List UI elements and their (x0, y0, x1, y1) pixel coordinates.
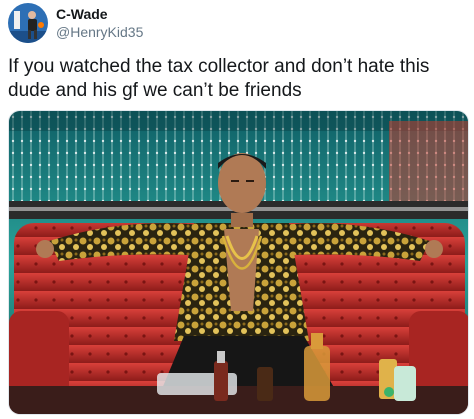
avatar-photo-icon (8, 3, 48, 43)
tweet-media[interactable] (8, 110, 469, 415)
tweet-card: C-Wade @HenryKid35 If you watched the ta… (0, 0, 474, 419)
attached-photo-icon (9, 111, 468, 414)
user-handle[interactable]: @HenryKid35 (56, 23, 143, 41)
avatar[interactable] (8, 3, 48, 43)
display-name[interactable]: C-Wade (56, 5, 143, 23)
author-info: C-Wade @HenryKid35 (56, 5, 143, 41)
tweet-header: C-Wade @HenryKid35 (8, 3, 143, 43)
tweet-text: If you watched the tax collector and don… (8, 56, 430, 101)
